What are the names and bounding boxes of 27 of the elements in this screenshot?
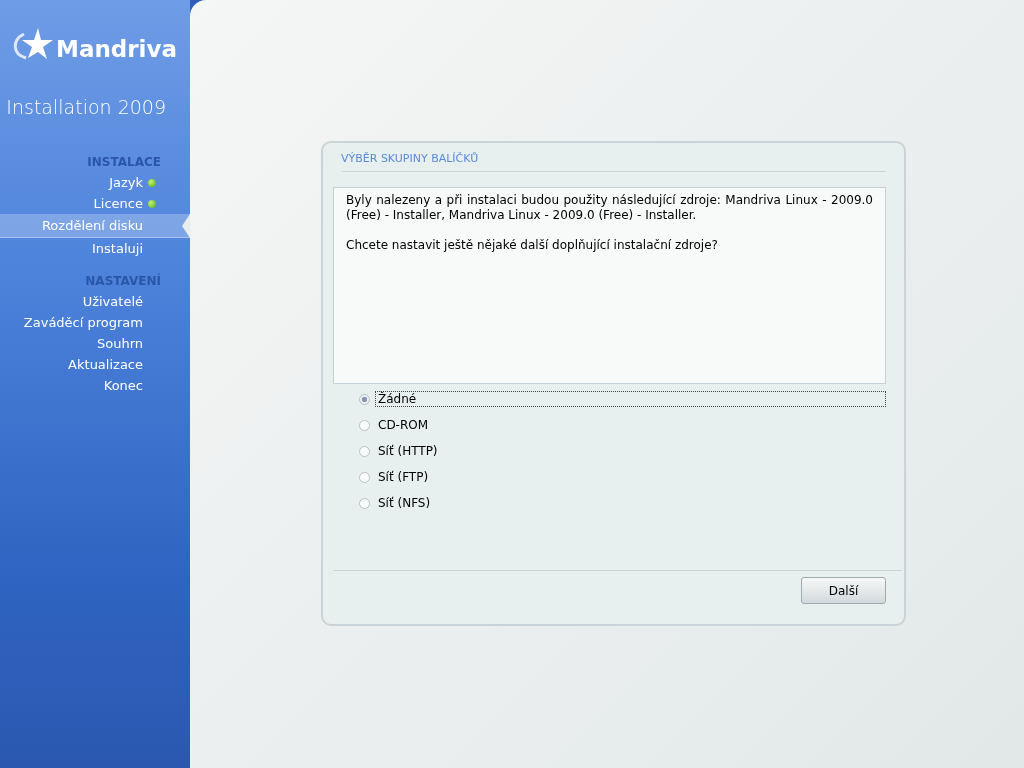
option-label[interactable]: Síť (FTP) [375,469,886,485]
logo-text: Mandriva [56,36,177,62]
installer-subtitle: Installation 2009 [5,96,167,118]
step-item[interactable]: Konec [0,375,190,396]
step-item[interactable]: Uživatelé [0,291,190,312]
option-label[interactable]: Síť (HTTP) [375,443,886,459]
step-item[interactable]: Zaváděcí program [0,312,190,333]
option-label[interactable]: Síť (NFS) [375,495,886,511]
radio-button[interactable] [359,419,370,431]
step-item[interactable]: Jazyk [0,172,190,193]
step-item[interactable]: Licence [0,193,190,214]
radio-button[interactable] [359,471,370,483]
message-text: Chcete nastavit ještě nějaké další doplňující instalační zdroje? [346,238,719,253]
step-item[interactable]: Instaluji [0,238,190,259]
radio-button[interactable] [359,393,370,405]
pointer-notch-icon [182,214,190,238]
step-item[interactable]: Rozdělení disku [0,214,190,238]
radio-button[interactable] [359,445,370,457]
next-button[interactable]: Další [801,577,886,604]
message-text: Byly nalezeny a při instalaci budou použity následující zdroje: Mandriva Linux - 2009.0 (Free) - Installer, Mandriva Linux - 2009.0 (Free) - Installer. [346,193,873,223]
option-label[interactable]: Žádné [375,391,886,407]
radio-button[interactable] [359,497,370,509]
section-heading: INSTALACE [86,154,162,171]
step-item[interactable]: Souhrn [0,333,190,354]
dialog-title: VÝBĚR SKUPINY BALÍČKŮ [340,151,480,167]
option-label[interactable]: CD-ROM [375,417,886,433]
step-item[interactable]: Aktualizace [0,354,190,375]
